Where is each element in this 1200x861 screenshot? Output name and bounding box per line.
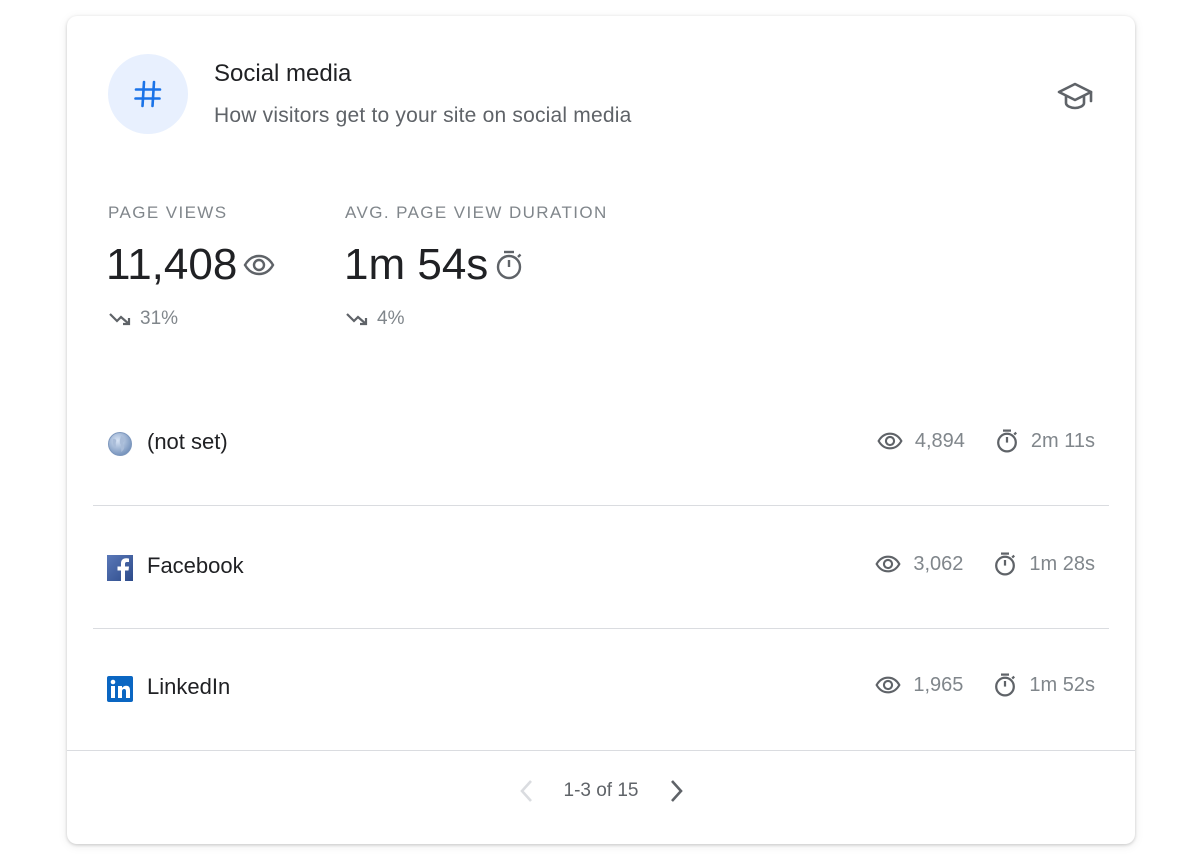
linkedin-icon [107,676,133,702]
card-subtitle: How visitors get to your site on social … [214,104,632,127]
eye-icon [243,254,275,276]
row-label: (not set) [147,429,228,454]
globe-icon [108,432,132,456]
page-views-value: 11,408 [106,240,275,290]
hashtag-icon [108,54,188,134]
chevron-right-icon [670,780,683,802]
row-label: Facebook [147,553,244,578]
timer-icon [996,429,1017,453]
row-duration: 2m 11s [995,428,1095,454]
footer-divider [67,750,1135,751]
pagination-text: 1-3 of 15 [563,780,639,801]
previous-page-button[interactable] [512,776,542,806]
row-views-value: 1,965 [913,673,964,696]
school-icon[interactable] [1055,76,1095,116]
avg-duration-change-value: 4% [377,308,405,329]
list-item-facebook[interactable]: Facebook 3,062 1m 28s [93,506,1109,628]
avg-duration-number: 1m 54s [344,240,489,289]
trending-down-icon [346,313,368,326]
avg-duration-change: 4% [345,308,404,330]
page-views-label: PAGE VIEWS [108,203,228,222]
pagination: 1-3 of 15 [67,776,1135,806]
eye-icon [875,676,901,694]
timer-icon [497,250,522,280]
facebook-icon [107,555,133,581]
row-views: 4,894 [877,428,965,454]
row-stats: 4,894 2m 11s [877,428,1095,454]
chevron-left-icon [519,780,532,802]
row-views: 1,965 [875,672,963,698]
avg-duration-value: 1m 54s [344,240,524,290]
row-views: 3,062 [875,551,963,577]
next-page-button[interactable] [661,776,691,806]
trending-down-icon [109,313,131,326]
timer-icon [995,552,1016,576]
card-title: Social media [214,60,352,87]
row-duration-value: 1m 28s [1029,552,1095,575]
row-stats: 1,965 1m 52s [875,672,1095,698]
page-views-number: 11,408 [106,240,238,289]
avg-duration-label: AVG. PAGE VIEW DURATION [345,203,608,222]
social-media-card: Social media How visitors get to your si… [67,16,1135,844]
timer-icon [995,673,1016,697]
row-duration: 1m 28s [993,551,1095,577]
eye-icon [877,432,903,450]
row-label: LinkedIn [147,674,231,699]
row-views-value: 3,062 [913,552,964,575]
row-duration: 1m 52s [993,672,1095,698]
list-item-not-set[interactable]: (not set) 4,894 2m 11s [93,382,1109,504]
row-duration-value: 2m 11s [1030,429,1095,452]
list-item-linkedin[interactable]: LinkedIn 1,965 1m 52s [93,628,1109,750]
row-stats: 3,062 1m 28s [875,551,1095,577]
row-duration-value: 1m 52s [1029,673,1095,696]
row-views-value: 4,894 [914,429,965,452]
eye-icon [875,555,901,573]
page-views-change: 31% [108,308,178,330]
page-views-change-value: 31% [140,308,179,329]
